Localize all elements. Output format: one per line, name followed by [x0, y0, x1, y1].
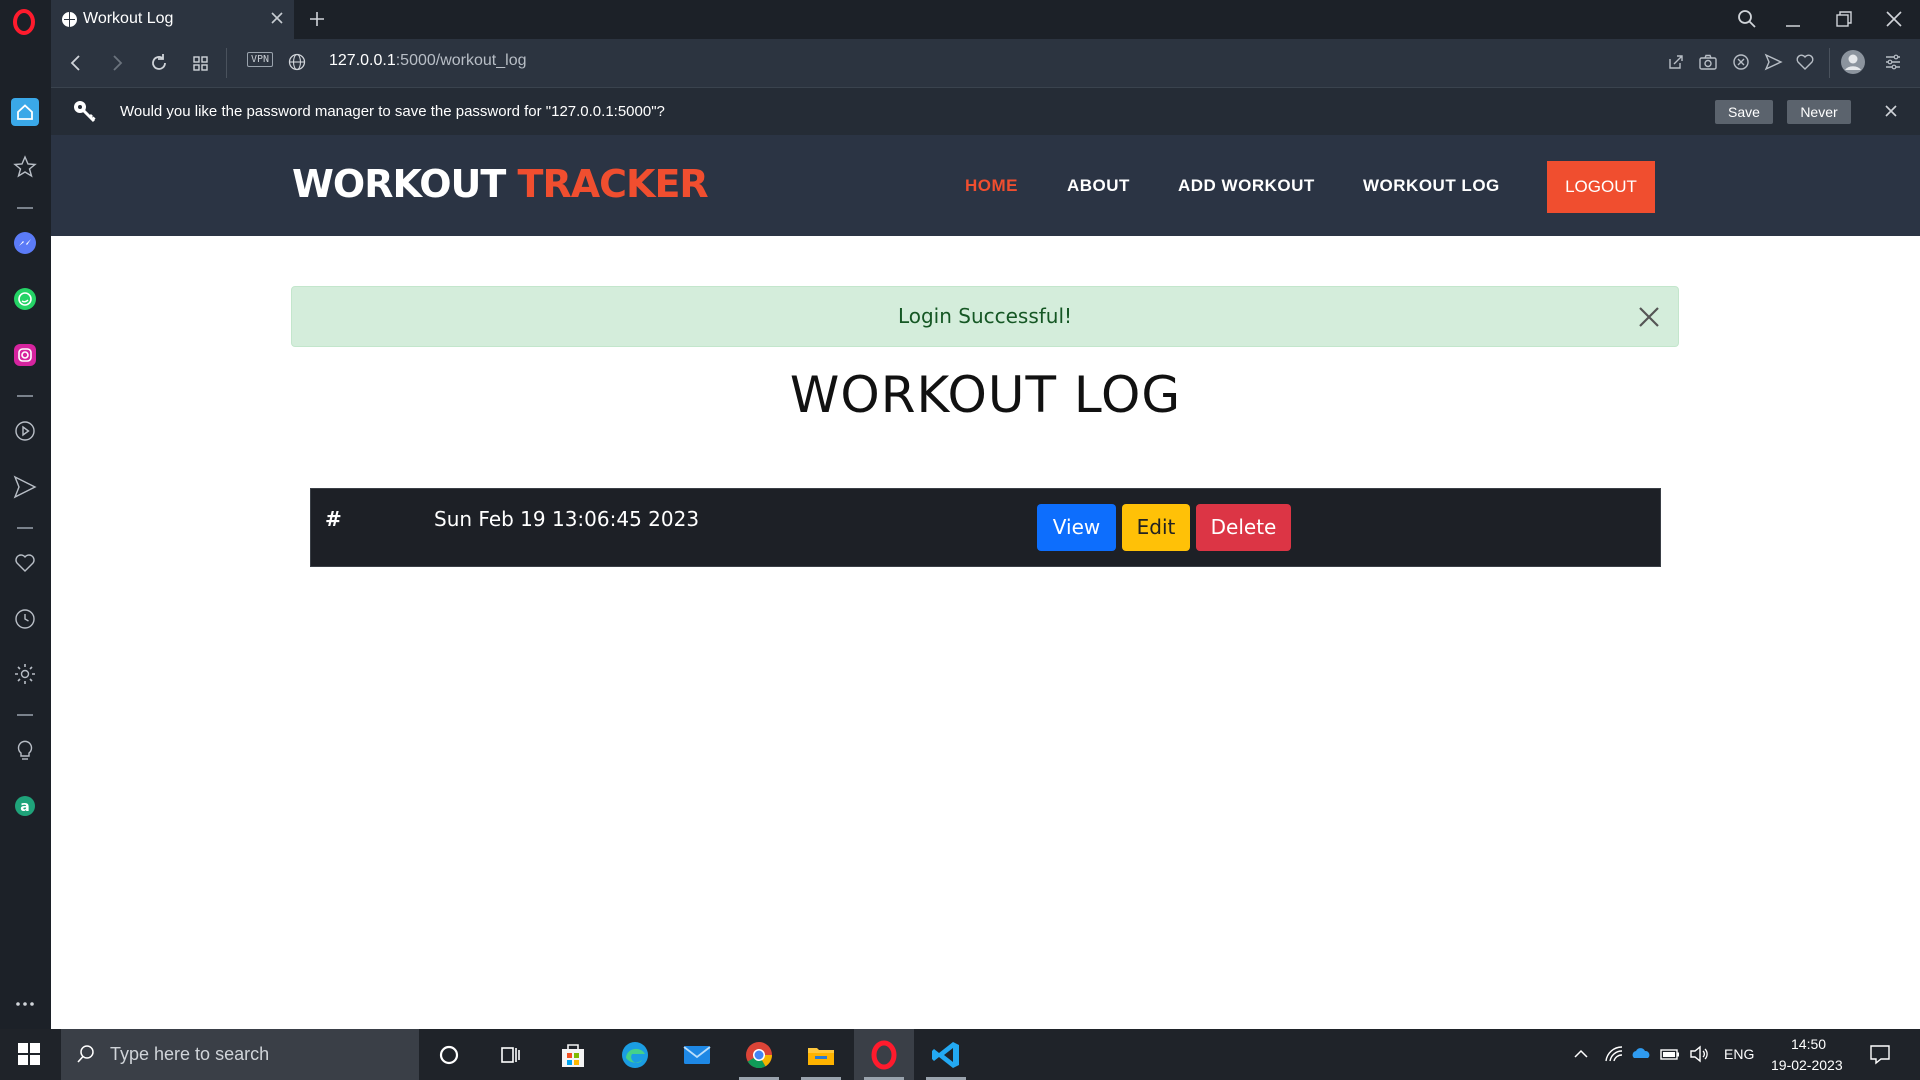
search-placeholder: Type here to search [110, 1044, 270, 1064]
key-icon [74, 101, 96, 123]
aria-ai-icon[interactable]: a [12, 793, 38, 819]
windows-taskbar: Type here to search ENG 14:50 19-02-2023 [0, 1029, 1920, 1080]
site-logo[interactable]: WORKOUT TRACKER [292, 162, 709, 206]
history-clock-icon[interactable] [12, 606, 38, 632]
site-info-globe-icon[interactable] [287, 52, 307, 72]
save-password-button[interactable]: Save [1715, 100, 1773, 124]
close-window-icon[interactable] [1881, 6, 1907, 32]
close-tab-icon[interactable] [268, 9, 286, 27]
svg-text:a: a [20, 799, 29, 815]
globe-icon [62, 12, 77, 27]
edge-icon[interactable] [618, 1038, 652, 1072]
chrome-icon[interactable] [742, 1038, 776, 1072]
table-header-hash: # [325, 507, 342, 531]
vpn-badge[interactable]: VPN [247, 52, 274, 67]
minimize-icon[interactable] [1780, 6, 1806, 32]
language-indicator[interactable]: ENG [1724, 1046, 1754, 1062]
address-bar: VPN 127.0.0.1:5000/workout_log [51, 39, 1920, 87]
url-field[interactable]: 127.0.0.1:5000/workout_log [329, 52, 527, 70]
profile-avatar-icon[interactable] [1840, 49, 1866, 75]
whatsapp-icon[interactable] [12, 286, 38, 312]
bookmarks-heart-icon[interactable] [12, 550, 38, 576]
lightbulb-icon[interactable] [12, 737, 38, 763]
easy-setup-icon[interactable] [1882, 51, 1904, 73]
cortana-icon[interactable] [432, 1038, 466, 1072]
url-host: 127.0.0.1 [329, 52, 396, 69]
workout-date: Sun Feb 19 13:06:45 2023 [434, 507, 700, 531]
close-prompt-icon[interactable] [1882, 102, 1900, 120]
sidebar-separator [17, 207, 33, 209]
speed-dial-icon[interactable] [12, 154, 38, 180]
view-button[interactable]: View [1037, 504, 1116, 551]
share-icon[interactable] [1665, 51, 1687, 73]
instagram-icon[interactable] [12, 342, 38, 368]
search-tabs-icon[interactable] [1734, 6, 1760, 32]
browser-tab-bar: Workout Log [0, 0, 1920, 39]
taskbar-search-box[interactable]: Type here to search [61, 1029, 419, 1080]
sidebar-separator [17, 527, 33, 529]
forward-icon[interactable] [105, 51, 129, 75]
volume-icon[interactable] [1688, 1043, 1710, 1065]
notifications-icon[interactable] [1868, 1042, 1892, 1066]
clock-time[interactable]: 14:50 [1791, 1036, 1826, 1052]
opera-menu-icon[interactable] [10, 8, 38, 36]
send-icon[interactable] [1762, 51, 1784, 73]
player-icon[interactable] [12, 418, 38, 444]
site-navbar: WORKOUT TRACKER HOME ABOUT ADD WORKOUT W… [51, 135, 1920, 236]
more-options-icon[interactable] [12, 991, 38, 1017]
delete-button[interactable]: Delete [1196, 504, 1291, 551]
microsoft-store-icon[interactable] [556, 1038, 590, 1072]
browser-tab-active[interactable]: Workout Log [51, 0, 294, 39]
edit-button[interactable]: Edit [1122, 504, 1190, 551]
file-explorer-icon[interactable] [804, 1038, 838, 1072]
password-prompt-message: Would you like the password manager to s… [120, 103, 665, 120]
adblock-icon[interactable] [1730, 51, 1752, 73]
windows-start-icon[interactable] [18, 1043, 40, 1065]
show-hidden-icons-chevron-icon[interactable] [1570, 1043, 1592, 1065]
restore-icon[interactable] [1831, 6, 1857, 32]
nav-about[interactable]: ABOUT [1067, 176, 1130, 196]
flow-icon[interactable] [12, 474, 38, 500]
snapshot-icon[interactable] [1697, 51, 1719, 73]
reload-icon[interactable] [147, 51, 171, 75]
tabs-overview-icon[interactable] [189, 51, 213, 75]
nav-add-workout[interactable]: ADD WORKOUT [1178, 176, 1315, 196]
workout-log-table: # Sun Feb 19 13:06:45 2023 View Edit Del… [310, 488, 1661, 567]
opera-sidebar: a [0, 39, 51, 1029]
onedrive-cloud-icon[interactable] [1630, 1043, 1652, 1065]
success-alert: Login Successful! [291, 286, 1679, 347]
bookmark-heart-icon[interactable] [1794, 51, 1816, 73]
tab-title: Workout Log [83, 10, 174, 27]
messenger-icon[interactable] [12, 230, 38, 256]
settings-gear-icon[interactable] [12, 661, 38, 687]
battery-icon[interactable] [1659, 1043, 1681, 1065]
logo-tracker: TRACKER [517, 162, 709, 206]
opera-browser-icon[interactable] [867, 1038, 901, 1072]
nav-home[interactable]: HOME [965, 176, 1018, 196]
url-path: :5000/workout_log [395, 52, 527, 69]
new-tab-icon[interactable] [305, 7, 329, 31]
password-manager-bar: Would you like the password manager to s… [51, 87, 1920, 135]
divider [226, 48, 227, 78]
task-view-icon[interactable] [493, 1038, 527, 1072]
page-title: WORKOUT LOG [789, 366, 1182, 424]
close-alert-icon[interactable] [1636, 304, 1662, 330]
clock-date[interactable]: 19-02-2023 [1771, 1057, 1843, 1073]
search-icon [77, 1045, 94, 1063]
alert-message: Login Successful! [897, 304, 1073, 328]
back-icon[interactable] [64, 51, 88, 75]
mail-icon[interactable] [680, 1038, 714, 1072]
logo-workout: WORKOUT [292, 162, 506, 206]
logout-button[interactable]: LOGOUT [1547, 161, 1655, 213]
sidebar-separator [17, 395, 33, 397]
never-save-button[interactable]: Never [1787, 100, 1851, 124]
divider [1829, 48, 1830, 78]
home-icon[interactable] [11, 98, 39, 126]
wifi-icon[interactable] [1603, 1043, 1625, 1065]
nav-workout-log[interactable]: WORKOUT LOG [1363, 176, 1500, 196]
vscode-icon[interactable] [929, 1038, 963, 1072]
sidebar-separator [17, 714, 33, 716]
